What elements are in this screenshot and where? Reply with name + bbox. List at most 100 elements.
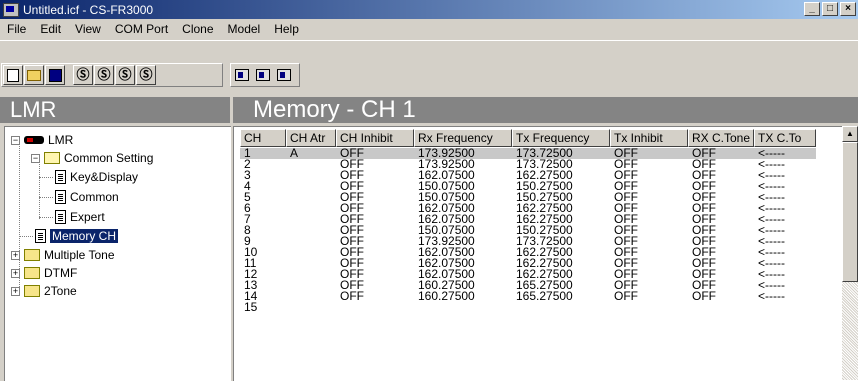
cell-tx-inhibit[interactable]: OFF [610,203,688,214]
cell-rx-frequency[interactable]: 160.27500 [414,291,512,302]
table-row[interactable]: 5 OFF 150.07500 150.27500 OFF OFF <----- [240,192,816,203]
cell-tx-frequency[interactable]: 162.27500 [512,269,610,280]
new-file-button[interactable] [3,65,23,85]
collapse-icon[interactable]: − [11,135,20,145]
cell-rx-ctone[interactable]: OFF [688,159,754,170]
cell-ch[interactable]: 2 [240,159,286,170]
column-header-ch-atr[interactable]: CH Atr [286,129,336,147]
cell-ch-atr[interactable] [286,302,336,313]
device-transfer-button[interactable] [253,65,273,85]
cell-rx-ctone[interactable]: OFF [688,247,754,258]
vertical-scrollbar[interactable]: ▲ [842,126,858,380]
cell-ch-inhibit[interactable] [336,302,414,313]
cell-rx-ctone[interactable]: OFF [688,236,754,247]
cell-tx-inhibit[interactable]: OFF [610,192,688,203]
cell-tx-frequency[interactable]: 150.27500 [512,192,610,203]
cell-tx-inhibit[interactable]: OFF [610,159,688,170]
table-row[interactable]: 9 OFF 173.92500 173.72500 OFF OFF <----- [240,236,816,247]
cell-tx-frequency[interactable]: 162.27500 [512,203,610,214]
cell-tx-ctone[interactable]: <----- [754,247,816,258]
cell-ch[interactable]: 12 [240,269,286,280]
cell-tx-ctone[interactable] [754,302,816,313]
save-file-button[interactable] [45,65,65,85]
scroll-thumb[interactable] [842,142,858,282]
cell-ch-atr[interactable] [286,291,336,302]
cell-tx-ctone[interactable]: <----- [754,258,816,269]
cell-tx-frequency[interactable] [512,302,610,313]
cell-ch[interactable]: 3 [240,170,286,181]
column-header-tx-inhibit[interactable]: Tx Inhibit [610,129,688,147]
cell-tx-inhibit[interactable]: OFF [610,247,688,258]
cell-ch-inhibit[interactable]: OFF [336,214,414,225]
clone-write2-button[interactable]: Ⓢ [136,65,156,85]
cell-tx-inhibit[interactable] [610,302,688,313]
clone-write-button[interactable]: Ⓢ [94,65,114,85]
maximize-button[interactable]: □ [822,2,838,16]
cell-rx-frequency[interactable]: 150.07500 [414,192,512,203]
device-button[interactable] [232,65,252,85]
cell-rx-ctone[interactable]: OFF [688,225,754,236]
cell-tx-inhibit[interactable]: OFF [610,170,688,181]
cell-ch-atr[interactable] [286,181,336,192]
tree-item-common[interactable]: Common [55,188,119,206]
clone-read2-button[interactable]: Ⓢ [115,65,135,85]
tree-item-dtmf[interactable]: + DTMF [11,264,77,282]
menu-com-port[interactable]: COM Port [108,22,175,36]
cell-tx-ctone[interactable]: <----- [754,280,816,291]
cell-tx-frequency[interactable]: 150.27500 [512,181,610,192]
tree-item-common-setting[interactable]: − Common Setting [31,149,153,167]
cell-tx-ctone[interactable]: <----- [754,236,816,247]
table-row[interactable]: 11 OFF 162.07500 162.27500 OFF OFF <----- [240,258,816,269]
cell-ch-inhibit[interactable]: OFF [336,247,414,258]
menu-file[interactable]: File [0,22,33,36]
column-header-tx-ctone[interactable]: TX C.To [754,129,816,147]
minimize-button[interactable]: _ [804,2,820,16]
cell-ch-inhibit[interactable]: OFF [336,170,414,181]
cell-tx-inhibit[interactable]: OFF [610,291,688,302]
tree-item-multiple-tone[interactable]: + Multiple Tone [11,246,115,264]
cell-ch[interactable]: 1 [240,148,286,159]
cell-ch[interactable]: 15 [240,302,286,313]
table-row[interactable]: 10 OFF 162.07500 162.27500 OFF OFF <----- [240,247,816,258]
cell-rx-frequency[interactable]: 162.07500 [414,203,512,214]
cell-rx-frequency[interactable]: 162.07500 [414,269,512,280]
table-row[interactable]: 12 OFF 162.07500 162.27500 OFF OFF <----- [240,269,816,280]
cell-tx-frequency[interactable]: 173.72500 [512,236,610,247]
cell-tx-ctone[interactable]: <----- [754,269,816,280]
cell-rx-ctone[interactable]: OFF [688,280,754,291]
cell-tx-frequency[interactable]: 165.27500 [512,280,610,291]
cell-rx-ctone[interactable]: OFF [688,192,754,203]
expand-icon[interactable]: + [11,286,20,296]
cell-tx-frequency[interactable]: 162.27500 [512,214,610,225]
column-header-ch-inhibit[interactable]: CH Inhibit [336,129,414,147]
cell-ch-atr[interactable] [286,258,336,269]
cell-ch-atr[interactable] [286,280,336,291]
cell-rx-frequency[interactable]: 173.92500 [414,159,512,170]
cell-rx-frequency[interactable]: 162.07500 [414,214,512,225]
cell-ch[interactable]: 9 [240,236,286,247]
column-header-tx-frequency[interactable]: Tx Frequency [512,129,610,147]
table-row[interactable]: 4 OFF 150.07500 150.27500 OFF OFF <----- [240,181,816,192]
cell-ch[interactable]: 5 [240,192,286,203]
cell-ch-inhibit[interactable]: OFF [336,269,414,280]
expand-icon[interactable]: + [11,268,20,278]
cell-ch-atr[interactable] [286,192,336,203]
cell-ch-inhibit[interactable]: OFF [336,181,414,192]
tree-item-key-display[interactable]: Key&Display [55,168,138,186]
cell-rx-ctone[interactable]: OFF [688,181,754,192]
scroll-track[interactable] [842,282,858,380]
tree-item-2tone[interactable]: + 2Tone [11,282,77,300]
menu-view[interactable]: View [68,22,108,36]
cell-tx-inhibit[interactable]: OFF [610,269,688,280]
cell-ch-inhibit[interactable]: OFF [336,258,414,269]
cell-tx-frequency[interactable]: 165.27500 [512,291,610,302]
memory-grid[interactable]: CH CH Atr CH Inhibit Rx Frequency Tx Fre… [233,126,858,381]
column-header-rx-frequency[interactable]: Rx Frequency [414,129,512,147]
cell-ch-inhibit[interactable]: OFF [336,291,414,302]
tree-item-lmr[interactable]: − LMR [11,131,73,149]
column-header-ch[interactable]: CH [240,129,286,147]
cell-ch-inhibit[interactable]: OFF [336,192,414,203]
cell-tx-inhibit[interactable]: OFF [610,181,688,192]
close-button[interactable]: × [840,2,856,16]
table-row[interactable]: 6 OFF 162.07500 162.27500 OFF OFF <----- [240,203,816,214]
